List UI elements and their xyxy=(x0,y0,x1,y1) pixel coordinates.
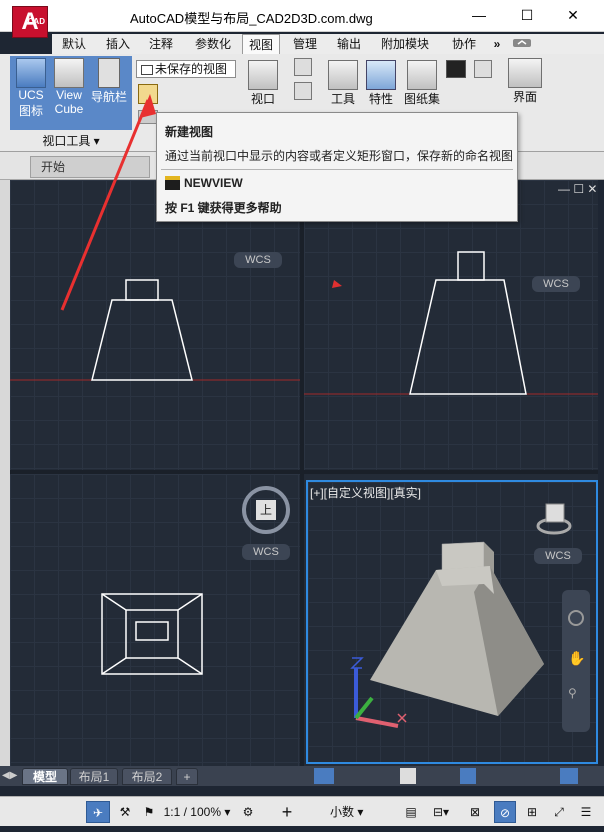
ortho-icon[interactable] xyxy=(314,768,334,784)
lock-ui-icon[interactable]: ⊟▾ xyxy=(426,801,456,823)
fullscreen-icon[interactable]: ⤢ xyxy=(548,801,570,823)
tooltip-description: 通过当前视口中显示的内容或者定义矩形窗口，保存新的命名视图 xyxy=(165,149,514,163)
clean-screen-icon[interactable]: ⊞ xyxy=(520,801,544,823)
tooltip-divider xyxy=(161,169,513,170)
layout-tab-bar: ◀▶ 模型 布局1 布局2 + xyxy=(0,766,604,786)
isolate-objects-icon[interactable]: ⊠ xyxy=(460,801,490,823)
grid-icon[interactable] xyxy=(400,768,416,784)
command-icon xyxy=(165,176,180,190)
drawing-tools-strip[interactable] xyxy=(310,767,600,786)
tooltip-help: 按 F1 键获得更多帮助 xyxy=(165,201,282,215)
tooltip-title: 新建视图 xyxy=(165,125,214,139)
scale-value: 1:1 / 100% xyxy=(163,805,221,819)
auto-scale-icon[interactable]: ⚑ xyxy=(138,801,160,823)
tab-model[interactable]: 模型 xyxy=(22,768,68,785)
tab-layout1[interactable]: 布局1 xyxy=(70,768,118,785)
tooltip: 新建视图 通过当前视口中显示的内容或者定义矩形窗口，保存新的命名视图 NEWVI… xyxy=(156,112,518,222)
annotation-visibility-icon[interactable]: ✈ xyxy=(86,801,110,823)
gear-icon[interactable]: ⚙ xyxy=(236,801,260,823)
plus-icon[interactable]: + xyxy=(276,801,298,823)
tooltip-command: NEWVIEW xyxy=(184,176,243,190)
units-value: 小数 xyxy=(330,805,355,819)
add-layout-button[interactable]: + xyxy=(176,768,198,785)
hardware-accel-icon[interactable]: ⊘ xyxy=(494,801,516,823)
quick-properties-icon[interactable]: ▤ xyxy=(400,801,422,823)
tab-scroll-icon[interactable]: ◀▶ xyxy=(2,770,17,781)
tab-layout2[interactable]: 布局2 xyxy=(122,768,172,785)
status-bar: ✈ ⚒ ⚑ 1:1 / 100% ▾ ⚙ + 小数 ▾ ▤ ⊟▾ ⊠ ⊘ ⊞ ⤢… xyxy=(0,796,604,826)
3d-osnap-icon[interactable] xyxy=(460,768,476,784)
annotation-scale-icon[interactable]: ⚒ xyxy=(114,801,136,823)
units-dropdown[interactable]: 小数 ▾ xyxy=(306,801,396,823)
workspace-icon[interactable] xyxy=(560,768,578,784)
scale-dropdown[interactable]: 1:1 / 100% ▾ xyxy=(162,801,232,823)
customization-icon[interactable]: ☰ xyxy=(574,801,598,823)
